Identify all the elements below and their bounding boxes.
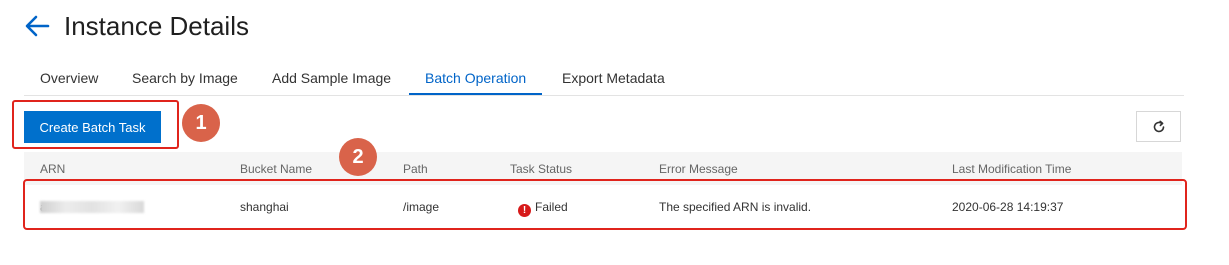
tab-search-by-image[interactable]: Search by Image xyxy=(132,62,238,94)
tab-add-sample-image[interactable]: Add Sample Image xyxy=(272,62,391,94)
refresh-icon xyxy=(1137,120,1180,134)
tab-export-metadata[interactable]: Export Metadata xyxy=(562,62,665,94)
page-title: Instance Details xyxy=(64,11,249,41)
highlight-box-row xyxy=(23,179,1187,230)
tab-overview[interactable]: Overview xyxy=(40,62,98,94)
tab-batch-operation[interactable]: Batch Operation xyxy=(409,62,543,95)
step-marker-1: 1 xyxy=(182,104,220,142)
create-batch-task-button[interactable]: Create Batch Task xyxy=(24,111,161,143)
tab-bar: Overview Search by Image Add Sample Imag… xyxy=(24,62,1184,96)
back-arrow-icon[interactable] xyxy=(24,14,50,38)
step-marker-2: 2 xyxy=(339,138,377,176)
refresh-button[interactable] xyxy=(1136,111,1181,142)
